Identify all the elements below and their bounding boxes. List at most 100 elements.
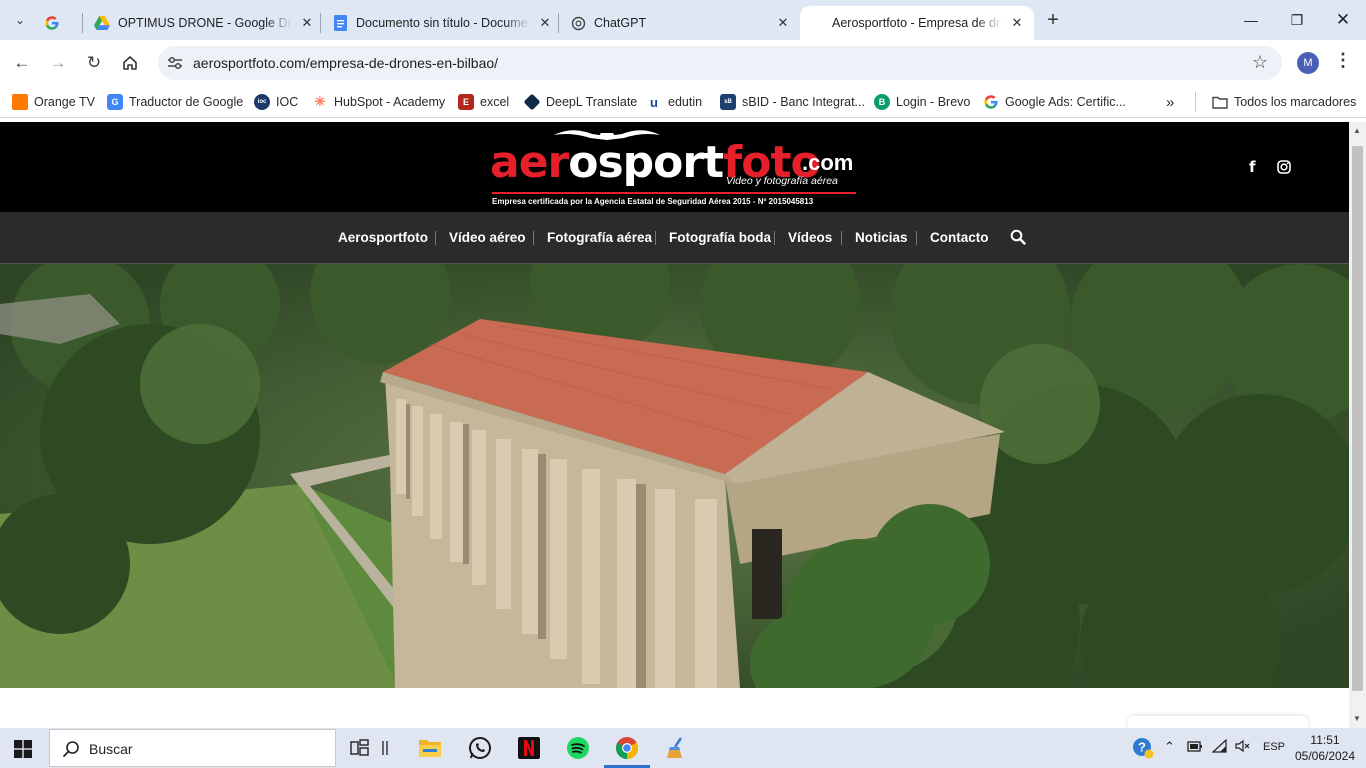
wifi-icon[interactable] xyxy=(1211,738,1228,756)
hubspot-icon: ✳ xyxy=(314,94,326,109)
taskbar-clock[interactable]: 11:51 05/06/2024 xyxy=(1290,732,1360,764)
nav-fotografia-boda[interactable]: Fotografía boda xyxy=(669,230,771,245)
tab-title: Documento sin título - Documentos xyxy=(356,16,530,30)
chrome-menu-button[interactable]: ⋮ xyxy=(1334,50,1352,71)
tab-google[interactable] xyxy=(44,6,74,40)
taskbar-search-placeholder: Buscar xyxy=(89,741,133,757)
tab-separator xyxy=(558,13,559,33)
tab-title: ChatGPT xyxy=(594,16,647,30)
orange-tv-icon xyxy=(12,94,28,110)
nav-videos[interactable]: Vídeos xyxy=(788,230,832,245)
search-icon[interactable] xyxy=(1010,229,1026,245)
url-text: aerosportfoto.com/empresa-de-drones-en-b… xyxy=(193,55,499,71)
nav-video-aereo[interactable]: Vídeo aéreo xyxy=(449,230,526,245)
address-bar[interactable]: aerosportfoto.com/empresa-de-drones-en-b… xyxy=(158,46,1282,80)
language-indicator[interactable]: ESP xyxy=(1263,741,1285,753)
new-tab-button[interactable]: + xyxy=(1042,9,1064,31)
page-scrollbar[interactable]: ▲ ▼ xyxy=(1349,122,1366,728)
google-icon xyxy=(44,15,60,31)
nav-fotografia-aerea[interactable]: Fotografía aérea xyxy=(547,230,652,245)
home-button[interactable] xyxy=(118,51,142,75)
chrome-icon[interactable] xyxy=(613,734,641,762)
scrollbar-thumb[interactable] xyxy=(1352,146,1363,691)
spotify-icon[interactable] xyxy=(564,734,592,762)
bookmark-google-translate[interactable]: G Traductor de Google xyxy=(107,92,243,112)
close-window-button[interactable]: ✕ xyxy=(1328,8,1358,32)
nav-contacto[interactable]: Contacto xyxy=(930,230,989,245)
bookmark-deepl[interactable]: DeepL Translate xyxy=(523,92,637,112)
tab-google-docs[interactable]: Documento sin título - Documentos ✕ xyxy=(332,6,554,40)
scroll-down-arrow-icon[interactable]: ▼ xyxy=(1353,714,1361,723)
chatgpt-icon xyxy=(570,15,586,31)
widgets-divider-icon[interactable] xyxy=(378,734,392,762)
volume-muted-icon[interactable] xyxy=(1235,739,1251,756)
taskbar-search-box[interactable]: Buscar xyxy=(49,729,336,767)
tab-chatgpt[interactable]: ChatGPT ✕ xyxy=(570,6,792,40)
close-tab-icon[interactable]: ✕ xyxy=(298,14,316,32)
task-view-icon[interactable] xyxy=(346,734,374,762)
tab-separator xyxy=(82,13,83,33)
bookmark-star-icon[interactable]: ☆ xyxy=(1252,52,1268,73)
scroll-up-arrow-icon[interactable]: ▲ xyxy=(1353,126,1361,135)
restore-button[interactable]: ❐ xyxy=(1282,8,1312,32)
bookmark-google-ads[interactable]: Google Ads: Certific... xyxy=(983,92,1126,112)
help-icon[interactable]: ? xyxy=(1132,737,1154,762)
browser-tab-strip: ⌄ OPTIMUS DRONE - Google Drive ✕ Documen… xyxy=(0,0,1366,40)
nav-separator xyxy=(916,231,917,245)
back-button[interactable]: ← xyxy=(10,51,34,75)
windows-taskbar: Buscar ? ⌃ ESP 11:51 05/06/2024 xyxy=(0,728,1366,768)
floating-widget-tab[interactable] xyxy=(1128,716,1308,728)
home-icon xyxy=(123,56,137,70)
bookmark-hubspot[interactable]: ✳ HubSpot - Academy xyxy=(312,92,446,112)
hero-aerial-image xyxy=(0,264,1349,688)
site-header: aerosportfoto .com Video y fotografía aé… xyxy=(0,122,1349,212)
show-hidden-icons-chevron-icon[interactable]: ⌃ xyxy=(1164,739,1175,755)
bookmark-sbid[interactable]: sB sBID - Banc Integrat... xyxy=(720,92,865,112)
nav-separator xyxy=(533,231,534,245)
bookmark-edutin[interactable]: u edutin xyxy=(646,92,702,112)
ioc-icon: ioc xyxy=(254,94,270,110)
nav-aerosportfoto[interactable]: Aerosportfoto xyxy=(338,230,428,245)
sbid-icon: sB xyxy=(720,94,736,110)
close-tab-icon[interactable]: ✕ xyxy=(774,14,792,32)
bookmark-brevo[interactable]: B Login - Brevo xyxy=(874,92,970,112)
battery-icon[interactable] xyxy=(1187,739,1203,756)
bookmark-excel[interactable]: E excel xyxy=(458,92,509,112)
minimize-button[interactable]: — xyxy=(1236,8,1266,32)
forward-button[interactable]: → xyxy=(46,51,70,75)
bookmark-ioc[interactable]: ioc IOC xyxy=(254,92,298,112)
temple-aerial-photo xyxy=(0,264,1349,688)
close-tab-icon[interactable]: ✕ xyxy=(1008,14,1026,32)
nav-separator xyxy=(841,231,842,245)
main-navigation: Aerosportfoto Vídeo aéreo Fotografía aér… xyxy=(0,212,1349,264)
netflix-icon[interactable] xyxy=(515,734,543,762)
logo-dotcom: .com xyxy=(802,150,854,175)
site-info-icon[interactable] xyxy=(166,54,184,72)
nav-separator xyxy=(655,231,656,245)
logo-divider xyxy=(492,192,856,194)
more-bookmarks-chevron-icon[interactable]: » xyxy=(1166,92,1174,112)
nav-separator xyxy=(435,231,436,245)
nav-separator xyxy=(774,231,775,245)
google-docs-icon xyxy=(332,15,348,31)
tab-title: OPTIMUS DRONE - Google Drive xyxy=(118,16,292,30)
profile-avatar[interactable]: M xyxy=(1297,52,1319,74)
facebook-icon[interactable]: f xyxy=(1249,158,1256,176)
instagram-icon[interactable] xyxy=(1277,160,1291,178)
aerosportfoto-logo[interactable]: aerosportfoto .com Video y fotografía aé… xyxy=(490,128,860,208)
svg-text:?: ? xyxy=(1138,740,1146,755)
all-bookmarks-button[interactable]: Todos los marcadores xyxy=(1212,92,1356,112)
bookmarks-separator xyxy=(1195,92,1196,112)
tab-search-button[interactable]: ⌄ xyxy=(8,8,32,32)
google-drive-icon xyxy=(94,15,110,31)
tab-google-drive[interactable]: OPTIMUS DRONE - Google Drive ✕ xyxy=(94,6,316,40)
nav-noticias[interactable]: Noticias xyxy=(855,230,908,245)
reload-button[interactable]: ↻ xyxy=(82,51,106,75)
whatsapp-icon[interactable] xyxy=(466,734,494,762)
windows-start-icon[interactable] xyxy=(14,740,32,758)
cleaner-broom-icon[interactable] xyxy=(662,734,690,762)
file-explorer-icon[interactable] xyxy=(416,734,444,762)
close-tab-icon[interactable]: ✕ xyxy=(536,14,554,32)
tab-aerosportfoto[interactable]: Aerosportfoto - Empresa de drones ✕ xyxy=(800,6,1034,40)
bookmark-orange-tv[interactable]: Orange TV xyxy=(12,92,95,112)
